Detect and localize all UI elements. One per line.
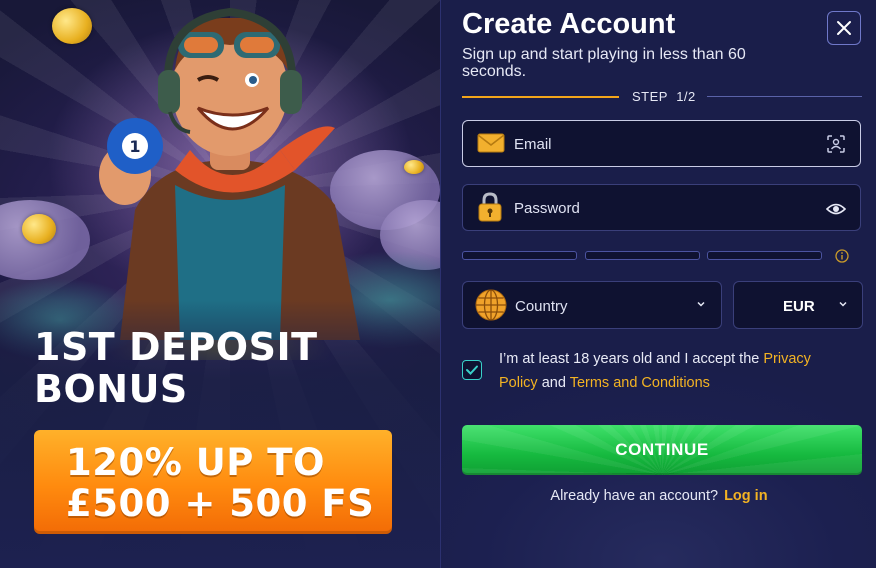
step-indicator: STEP 1/2 <box>462 88 862 106</box>
mascot-illustration: 1 <box>99 7 360 340</box>
email-placeholder: Email <box>514 136 552 153</box>
consent-and: and <box>537 375 570 391</box>
globe-icon <box>475 289 507 321</box>
lottery-ball-number: 1 <box>129 137 140 156</box>
checkmark-icon <box>466 365 478 375</box>
country-placeholder: Country <box>515 298 568 315</box>
login-link[interactable]: Log in <box>724 488 768 504</box>
password-strength-bar <box>462 251 577 260</box>
bonus-offer-box: 120% UP TO £500 + 500 FS <box>34 430 392 534</box>
promo-title: 1ST DEPOSIT BONUS <box>34 326 414 410</box>
info-icon[interactable] <box>835 249 849 263</box>
password-placeholder: Password <box>514 200 580 217</box>
login-row: Already have an account? Log in <box>441 488 876 504</box>
terms-link[interactable]: Terms and Conditions <box>570 375 710 391</box>
continue-button[interactable]: CONTINUE <box>462 425 862 475</box>
eye-icon[interactable] <box>826 199 846 219</box>
envelope-icon <box>477 133 505 153</box>
face-scan-icon[interactable] <box>826 134 846 154</box>
promo-title-line1: 1ST DEPOSIT <box>34 325 318 369</box>
signup-form-panel: Create Account Sign up and start playing… <box>440 0 876 568</box>
promo-panel: 1 1ST DEPOSIT BONUS 120% UP TO £500 + 50… <box>0 0 440 568</box>
step-progress-line <box>462 96 619 98</box>
step-value: 1/2 <box>676 89 696 104</box>
offer-line2: £500 + 500 FS <box>66 482 375 525</box>
login-prompt: Already have an account? <box>550 488 719 504</box>
form-title: Create Account <box>462 8 676 40</box>
consent-text: I’m at least 18 years old and I accept t… <box>499 347 849 395</box>
step-label: STEP <box>632 89 668 104</box>
promo-title-line2: BONUS <box>34 367 188 411</box>
step-remaining-line <box>707 96 862 97</box>
consent-checkbox[interactable] <box>462 360 482 380</box>
close-icon <box>837 21 851 35</box>
password-field[interactable]: Password <box>462 184 861 231</box>
form-subtitle: Sign up and start playing in less than 6… <box>462 46 746 80</box>
currency-value: EUR <box>783 298 815 315</box>
gold-coin-icon <box>22 214 56 244</box>
offer-line1: 120% UP TO <box>66 441 325 484</box>
country-select[interactable]: Country <box>462 281 722 329</box>
gold-coin-icon <box>404 160 424 174</box>
padlock-icon <box>478 192 502 222</box>
close-button[interactable] <box>827 11 861 45</box>
password-strength-bar <box>707 251 822 260</box>
chevron-down-icon <box>697 301 705 307</box>
consent-prefix: I’m at least 18 years old and I accept t… <box>499 351 764 367</box>
password-strength-bar <box>585 251 700 260</box>
currency-select[interactable]: EUR <box>733 281 863 329</box>
chevron-down-icon <box>839 301 847 307</box>
email-field[interactable]: Email <box>462 120 861 167</box>
step-text: STEP 1/2 <box>632 89 696 104</box>
